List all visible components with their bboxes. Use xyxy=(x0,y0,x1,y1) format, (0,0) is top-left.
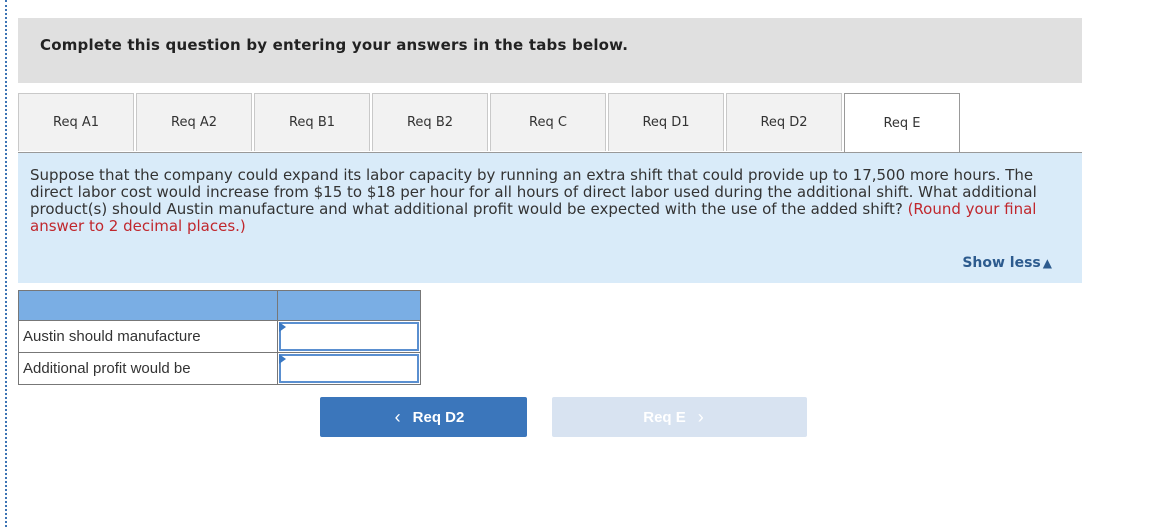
question-text: Suppose that the company could expand it… xyxy=(30,167,1070,235)
prev-req-label: Req D2 xyxy=(412,408,465,426)
answer-table: Austin should manufacture Additional pro… xyxy=(18,290,421,385)
instructions-title: Complete this question by entering your … xyxy=(40,36,629,54)
prev-req-button[interactable]: ‹ Req D2 xyxy=(320,397,527,437)
show-less-label: Show less xyxy=(962,255,1041,271)
profit-input[interactable] xyxy=(279,354,419,383)
profit-input-cell xyxy=(277,352,421,385)
answer-table-header xyxy=(18,290,421,321)
show-less-link[interactable]: Show less ▲ xyxy=(962,255,1052,271)
tab-req-b1[interactable]: Req B1 xyxy=(254,93,370,151)
chevron-left-icon: ‹ xyxy=(394,406,401,427)
tab-req-d2[interactable]: Req D2 xyxy=(726,93,842,151)
header-cell-value xyxy=(277,290,421,321)
instructions-header: Complete this question by entering your … xyxy=(18,18,1082,83)
next-req-label: Req E xyxy=(643,408,686,426)
table-row: Additional profit would be xyxy=(18,352,421,385)
left-border-rule xyxy=(5,0,7,527)
table-row: Austin should manufacture xyxy=(18,320,421,353)
dropdown-marker-icon xyxy=(279,322,286,332)
tab-req-e[interactable]: Req E xyxy=(844,93,960,153)
row-label-profit: Additional profit would be xyxy=(18,352,278,385)
tab-req-b2[interactable]: Req B2 xyxy=(372,93,488,151)
requirement-tabs: Req A1 Req A2 Req B1 Req B2 Req C Req D1… xyxy=(18,93,962,153)
tab-req-c[interactable]: Req C xyxy=(490,93,606,151)
triangle-up-icon: ▲ xyxy=(1042,256,1052,270)
dropdown-marker-icon xyxy=(279,354,286,364)
manufacture-input-cell xyxy=(277,320,421,353)
tab-req-a1[interactable]: Req A1 xyxy=(18,93,134,151)
chevron-right-icon: › xyxy=(697,406,704,427)
question-body: Suppose that the company could expand it… xyxy=(30,166,1037,218)
next-req-button[interactable]: Req E › xyxy=(552,397,807,437)
tab-req-d1[interactable]: Req D1 xyxy=(608,93,724,151)
row-label-manufacture: Austin should manufacture xyxy=(18,320,278,353)
tab-req-a2[interactable]: Req A2 xyxy=(136,93,252,151)
question-panel: Suppose that the company could expand it… xyxy=(18,152,1082,283)
header-cell-label xyxy=(18,290,278,321)
manufacture-input[interactable] xyxy=(279,322,419,351)
